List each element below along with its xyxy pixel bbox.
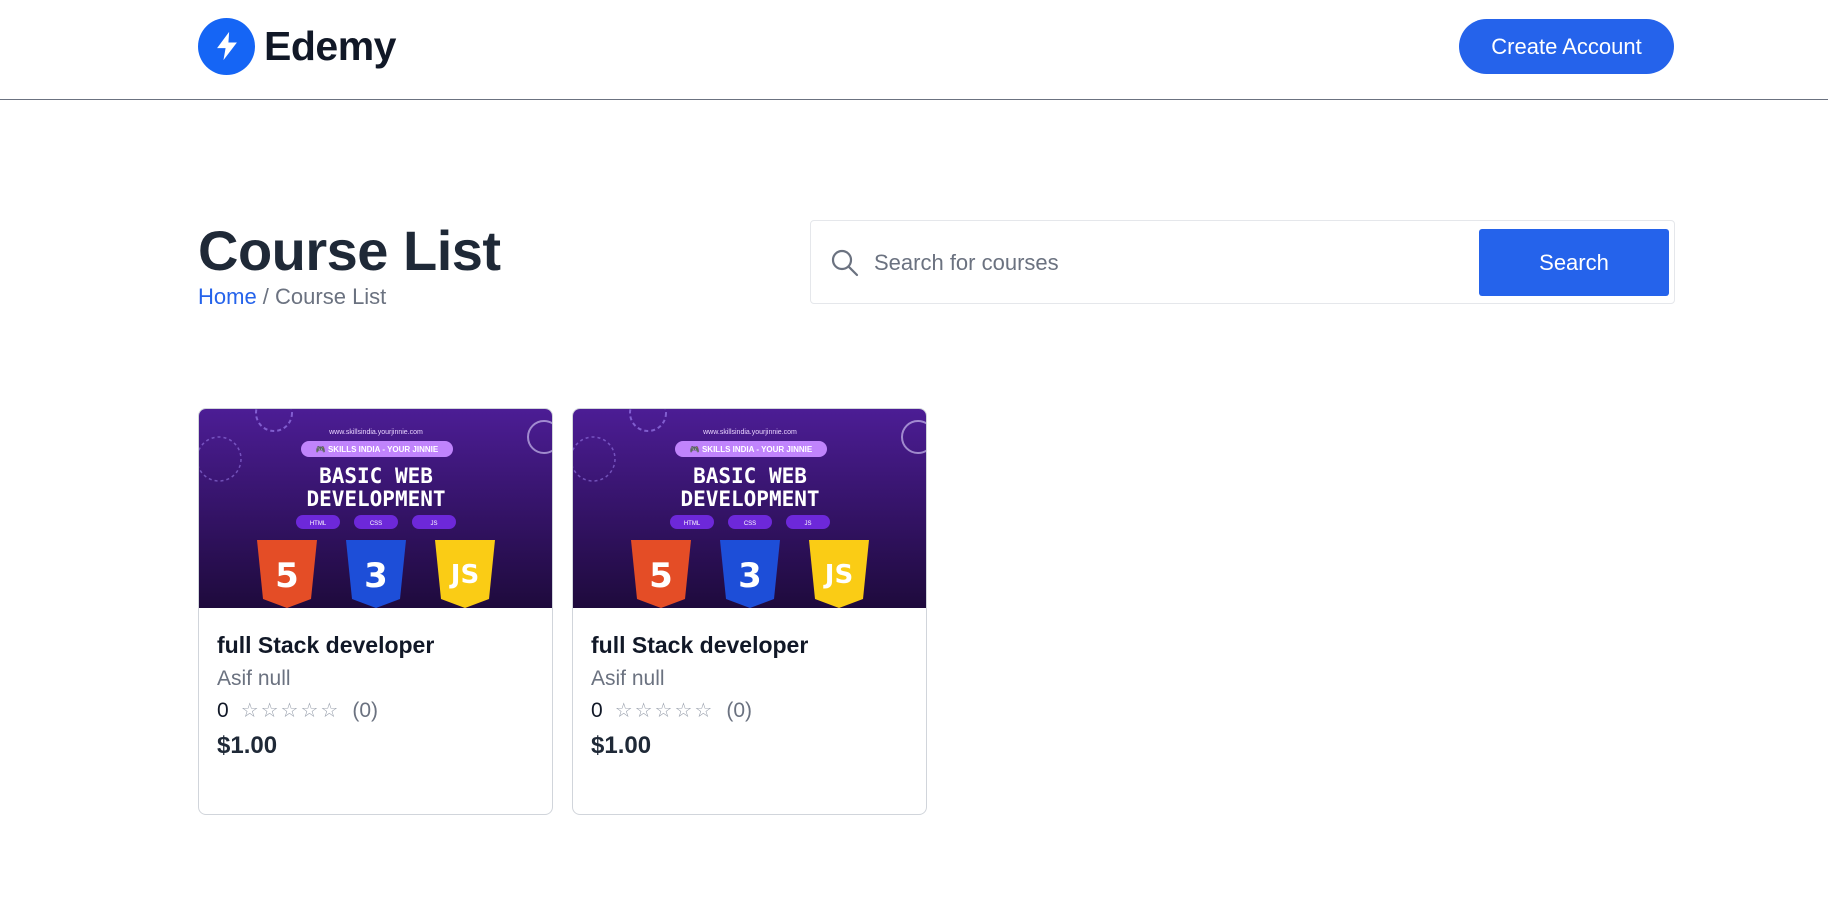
- logo-text: 5: [649, 556, 673, 596]
- logo-text: JS: [823, 560, 853, 590]
- breadcrumb-home-link[interactable]: Home: [198, 284, 257, 309]
- course-title[interactable]: full Stack developer: [217, 630, 534, 660]
- search-bar: Search: [810, 220, 1675, 304]
- html5-logo-icon: 5: [257, 540, 317, 608]
- brand-name: Edemy: [264, 22, 396, 69]
- thumbnail-tag: CSS: [370, 521, 382, 527]
- create-account-button[interactable]: Create Account: [1459, 19, 1674, 74]
- breadcrumb-current: Course List: [275, 284, 387, 309]
- thumbnail-line-1: BASIC WEB: [693, 464, 807, 488]
- top-navbar: Edemy Create Account: [0, 0, 1828, 100]
- search-button[interactable]: Search: [1479, 229, 1669, 296]
- thumbnail-url-text: www.skillsindia.yourjinnie.com: [328, 429, 423, 436]
- star-rating-icon: ☆☆☆☆☆: [240, 700, 341, 722]
- html5-logo-icon: 5: [631, 540, 691, 608]
- thumbnail-badge: 🎮 SKILLS INDIA - YOUR JINNIE: [316, 445, 439, 454]
- js-logo-icon: JS: [435, 540, 495, 608]
- course-rating: 0 ☆☆☆☆☆ (0): [217, 697, 534, 725]
- course-educator: Asif null: [591, 667, 665, 690]
- css3-logo-icon: 3: [346, 540, 406, 608]
- thumbnail-tag: JS: [804, 521, 811, 527]
- thumbnail-line-2: DEVELOPMENT: [680, 487, 819, 511]
- rating-count: (0): [352, 699, 379, 722]
- lightning-icon: [198, 17, 255, 75]
- logo-text: 3: [364, 556, 388, 596]
- course-price: $1.00: [591, 732, 652, 759]
- js-logo-icon: JS: [809, 540, 869, 608]
- rating-value: 0: [591, 699, 603, 722]
- search-icon: [829, 247, 861, 279]
- logo-text: 3: [738, 556, 762, 596]
- rating-value: 0: [217, 699, 229, 722]
- thumbnail-tag: JS: [430, 521, 437, 527]
- thumbnail-tag: HTML: [684, 521, 701, 527]
- course-rating: 0 ☆☆☆☆☆ (0): [591, 697, 908, 725]
- thumbnail-line-1: BASIC WEB: [319, 464, 433, 488]
- logo-text: JS: [449, 560, 479, 590]
- page-title: Course List: [198, 219, 501, 282]
- thumbnail-line-2: DEVELOPMENT: [306, 487, 445, 511]
- course-card[interactable]: www.skillsindia.yourjinnie.com 🎮 SKILLS …: [572, 408, 927, 815]
- course-card-body: full Stack developer Asif null 0 ☆☆☆☆☆ (…: [199, 608, 552, 761]
- breadcrumb: Home / Course List: [198, 283, 386, 311]
- thumbnail-tag: HTML: [310, 521, 327, 527]
- thumbnail-badge: 🎮 SKILLS INDIA - YOUR JINNIE: [690, 445, 813, 454]
- rating-count: (0): [726, 699, 753, 722]
- thumbnail-url-text: www.skillsindia.yourjinnie.com: [702, 429, 797, 436]
- search-input[interactable]: [874, 239, 1474, 287]
- course-card-body: full Stack developer Asif null 0 ☆☆☆☆☆ (…: [573, 608, 926, 761]
- brand-logo[interactable]: Edemy: [198, 17, 396, 75]
- breadcrumb-separator: /: [256, 284, 276, 309]
- course-thumbnail: www.skillsindia.yourjinnie.com 🎮 SKILLS …: [573, 409, 926, 608]
- course-thumbnail: www.skillsindia.yourjinnie.com 🎮 SKILLS …: [199, 409, 552, 608]
- thumbnail-tag: CSS: [744, 521, 756, 527]
- course-title[interactable]: full Stack developer: [591, 630, 908, 660]
- logo-text: 5: [275, 556, 299, 596]
- course-card[interactable]: www.skillsindia.yourjinnie.com 🎮 SKILLS …: [198, 408, 553, 815]
- star-rating-icon: ☆☆☆☆☆: [614, 700, 715, 722]
- course-price: $1.00: [217, 732, 278, 759]
- css3-logo-icon: 3: [720, 540, 780, 608]
- course-educator: Asif null: [217, 667, 291, 690]
